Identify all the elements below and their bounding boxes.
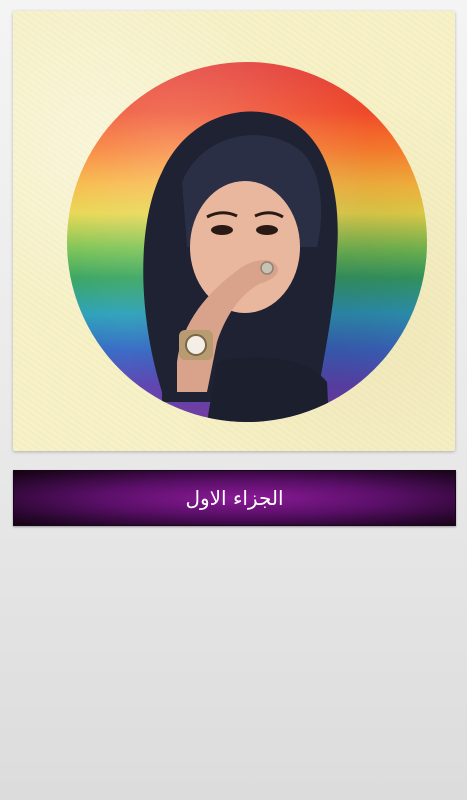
chapter-button[interactable]: الجزاء الاول	[13, 470, 456, 526]
cover-image	[67, 62, 427, 422]
portrait-illustration	[143, 111, 338, 422]
chapter-label: الجزاء الاول	[185, 486, 284, 510]
cover-card	[13, 11, 455, 451]
